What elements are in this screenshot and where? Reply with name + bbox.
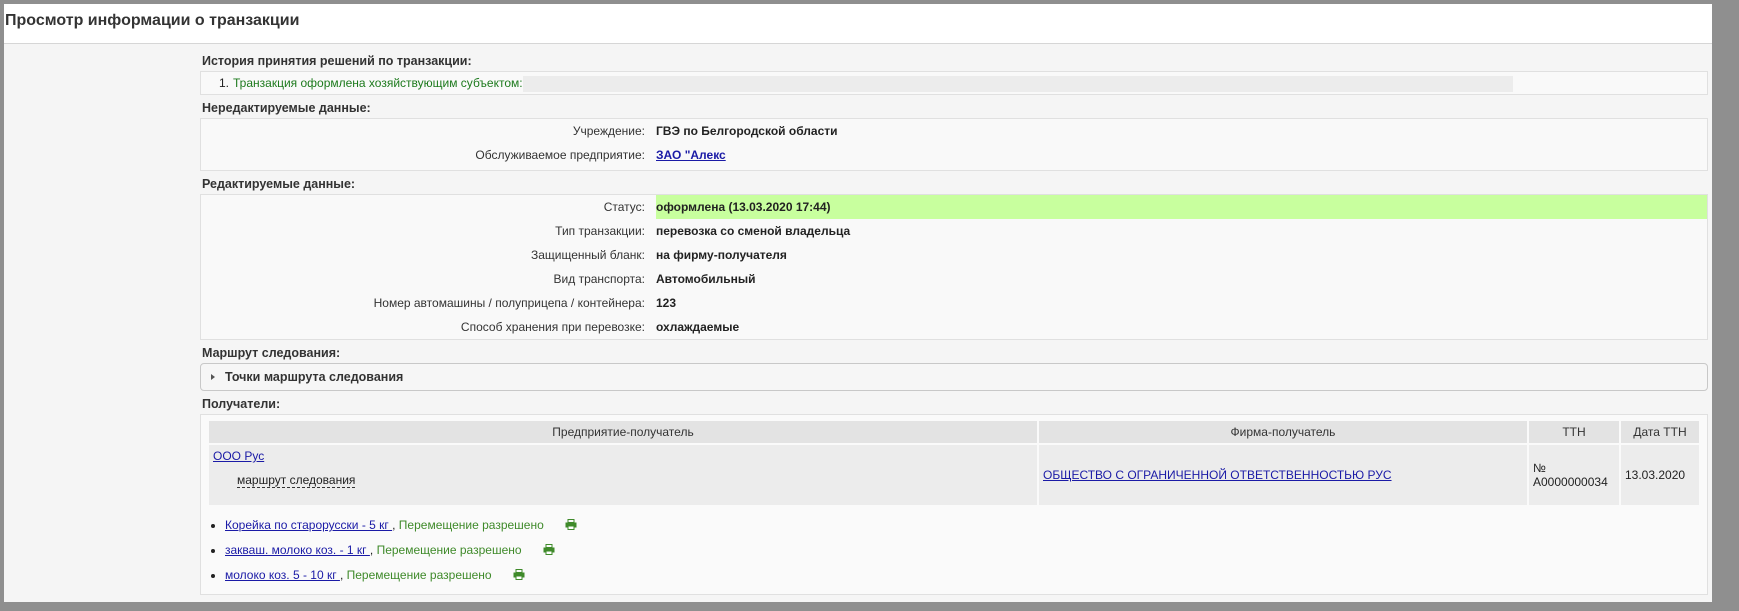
- route-title: Маршрут следования:: [202, 346, 341, 360]
- history-list: 1. Транзакция оформлена хозяйствующим суб…: [200, 71, 1708, 95]
- kv-label: Тип транзакции:: [555, 224, 645, 238]
- enterprise-cell: ООО Рус маршрут следования: [209, 445, 1037, 505]
- history-item-number: 1.: [219, 76, 230, 91]
- kv-row-vehicle: Номер автомашины / полуприцепа / контейн…: [201, 291, 1707, 315]
- noneditable-title: Нередактируемые данные:: [202, 101, 371, 115]
- editable-title: Редактируемые данные:: [202, 177, 356, 191]
- kv-row-transport: Вид транспорта: Автомобильный: [201, 267, 1707, 291]
- redacted-value: [522, 76, 1513, 92]
- printer-icon[interactable]: [513, 566, 525, 586]
- status-value: оформлена (13.03.2020 17:44): [656, 195, 1707, 219]
- recipients-table: Предприятие-получатель Фирма-получатель …: [207, 419, 1701, 507]
- list-item: Корейка по старорусски - 5 кг , Перемеще…: [225, 515, 1701, 540]
- product-status: Перемещение разрешено: [346, 568, 492, 582]
- product-list: Корейка по старорусски - 5 кг , Перемеще…: [207, 515, 1701, 590]
- product-status: Перемещение разрешено: [398, 518, 544, 532]
- product-link[interactable]: Корейка по старорусски - 5 кг: [225, 518, 392, 532]
- column-header-enterprise: Предприятие-получатель: [209, 421, 1037, 443]
- history-title: История принятия решений по транзакции:: [202, 54, 472, 68]
- product-link[interactable]: закваш. молоко коз. - 1 кг: [225, 543, 370, 557]
- content: История принятия решений по транзакции: …: [197, 48, 1708, 595]
- list-item: молоко коз. 5 - 10 кг , Перемещение разр…: [225, 565, 1701, 590]
- title-bar: Просмотр информации о транзакции: [4, 4, 1712, 44]
- kv-row-form: Защищенный бланк: на фирму-получателя: [201, 243, 1707, 267]
- kv-value: ЗАО "Алекс: [656, 143, 1707, 167]
- kv-row-status: Статус: оформлена (13.03.2020 17:44): [201, 195, 1707, 219]
- recipient-enterprise-link[interactable]: ООО Рус: [213, 449, 264, 463]
- route-link[interactable]: маршрут следования: [237, 473, 356, 488]
- kv-value: на фирму-получателя: [656, 248, 787, 262]
- recipients-box: Предприятие-получатель Фирма-получатель …: [200, 414, 1708, 595]
- editable-box: Статус: оформлена (13.03.2020 17:44) Тип…: [200, 194, 1708, 340]
- column-header-ttn: ТТН: [1529, 421, 1619, 443]
- kv-label: Статус:: [603, 200, 645, 214]
- kv-row-enterprise: Обслуживаемое предприятие: ЗАО "Алекс: [201, 143, 1707, 167]
- kv-label: Защищенный бланк:: [530, 248, 645, 262]
- ttn-cell: № A0000000034: [1529, 445, 1619, 505]
- kv-label: Вид транспорта:: [553, 272, 645, 286]
- list-item: закваш. молоко коз. - 1 кг , Перемещение…: [225, 540, 1701, 565]
- kv-value: перевозка со сменой владельца: [656, 224, 851, 238]
- noneditable-box: Учреждение: ГВЭ по Белгородской области …: [200, 118, 1708, 171]
- page-title: Просмотр информации о транзакции: [5, 12, 300, 29]
- recipients-title: Получатели:: [202, 397, 281, 411]
- printer-icon[interactable]: [565, 516, 577, 536]
- served-enterprise-link[interactable]: ЗАО "Алекс: [656, 148, 726, 162]
- kv-value: Автомобильный: [656, 272, 756, 286]
- kv-value: ГВЭ по Белгородской области: [656, 124, 838, 138]
- firm-cell: ОБЩЕСТВО С ОГРАНИЧЕННОЙ ОТВЕТСТВЕННОСТЬЮ…: [1039, 445, 1527, 505]
- kv-label: Обслуживаемое предприятие:: [475, 148, 645, 162]
- route-points-toggle[interactable]: Точки маршрута следования: [200, 363, 1708, 391]
- product-status: Перемещение разрешено: [376, 543, 522, 557]
- printer-icon[interactable]: [543, 541, 555, 561]
- route-points-label: Точки маршрута следования: [225, 370, 404, 384]
- kv-label: Способ хранения при перевозке:: [460, 320, 645, 334]
- ttn-date-cell: 13.03.2020: [1621, 445, 1699, 505]
- kv-row-storage: Способ хранения при перевозке: охлаждаем…: [201, 315, 1707, 339]
- kv-value: охлаждаемые: [656, 320, 740, 334]
- window: Просмотр информации о транзакции История…: [4, 4, 1712, 602]
- column-header-firm: Фирма-получатель: [1039, 421, 1527, 443]
- kv-row-type: Тип транзакции: перевозка со сменой влад…: [201, 219, 1707, 243]
- kv-row-institution: Учреждение: ГВЭ по Белгородской области: [201, 119, 1707, 143]
- product-link[interactable]: молоко коз. 5 - 10 кг: [225, 568, 340, 582]
- kv-value: 123: [656, 296, 677, 310]
- kv-label: Учреждение:: [572, 124, 645, 138]
- kv-label: Номер автомашины / полуприцепа / контейн…: [373, 296, 645, 310]
- table-row: ООО Рус маршрут следования ОБЩЕСТВО С ОГ…: [209, 445, 1699, 505]
- triangle-right-icon: [211, 374, 215, 380]
- recipient-firm-link[interactable]: ОБЩЕСТВО С ОГРАНИЧЕННОЙ ОТВЕТСТВЕННОСТЬЮ…: [1043, 468, 1392, 482]
- column-header-ttn-date: Дата ТТН: [1621, 421, 1699, 443]
- table-header-row: Предприятие-получатель Фирма-получатель …: [209, 421, 1699, 443]
- history-item-text: Транзакция оформлена хозяйствующим субъе…: [233, 76, 523, 91]
